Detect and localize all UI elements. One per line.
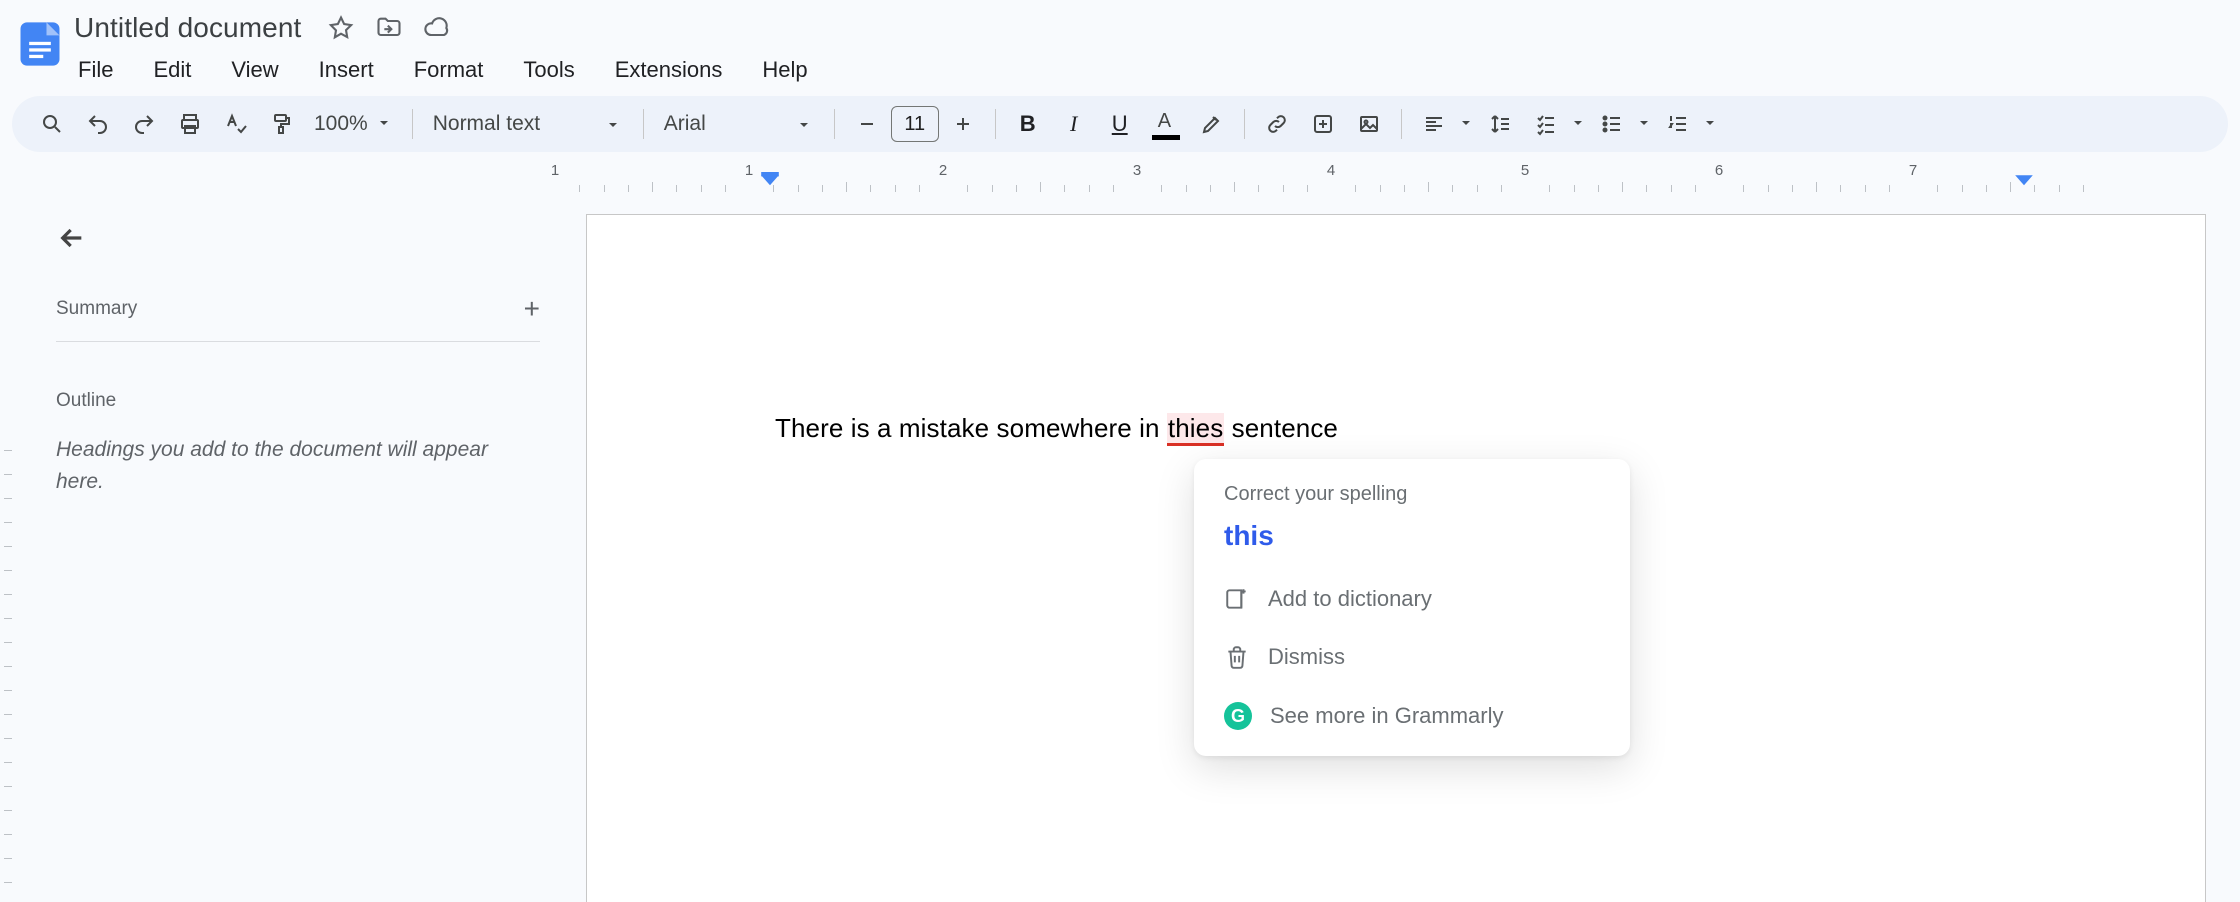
line-spacing-icon[interactable] bbox=[1478, 104, 1522, 144]
font-size-input[interactable]: 11 bbox=[891, 106, 939, 142]
bulleted-list-button[interactable] bbox=[1590, 104, 1654, 144]
chevron-down-icon bbox=[1636, 115, 1654, 133]
menu-extensions[interactable]: Extensions bbox=[609, 53, 729, 87]
chevron-down-icon bbox=[376, 115, 394, 133]
font-value: Arial bbox=[664, 112, 706, 136]
ruler-label: 3 bbox=[1133, 162, 1141, 179]
horizontal-ruler[interactable]: 1 1 2 3 4 5 6 7 bbox=[0, 162, 2240, 192]
document-title[interactable]: Untitled document bbox=[68, 12, 307, 44]
print-icon[interactable] bbox=[168, 104, 212, 144]
popup-dismiss-label: Dismiss bbox=[1268, 644, 1345, 670]
vertical-ruler[interactable] bbox=[0, 450, 20, 902]
redo-icon[interactable] bbox=[122, 104, 166, 144]
highlight-button[interactable] bbox=[1190, 104, 1234, 144]
ruler-label: 5 bbox=[1521, 162, 1529, 179]
outline-heading: Outline bbox=[56, 342, 540, 434]
image-icon[interactable] bbox=[1347, 104, 1391, 144]
chevron-down-icon bbox=[605, 115, 623, 133]
ruler-label: 7 bbox=[1909, 162, 1917, 179]
popup-add-label: Add to dictionary bbox=[1268, 586, 1432, 612]
underline-button[interactable]: U bbox=[1098, 104, 1142, 144]
search-icon[interactable] bbox=[30, 104, 74, 144]
text-before-error: There is a mistake somewhere in bbox=[775, 413, 1167, 443]
ruler-label: 6 bbox=[1715, 162, 1723, 179]
italic-button[interactable]: I bbox=[1052, 104, 1096, 144]
zoom-select[interactable]: 100% bbox=[306, 112, 402, 136]
ruler-label: 1 bbox=[551, 162, 559, 179]
cloud-status-icon[interactable] bbox=[423, 14, 451, 42]
text-after-error: sentence bbox=[1224, 413, 1338, 443]
text-color-button[interactable]: A bbox=[1144, 104, 1188, 144]
menu-bar: File Edit View Insert Format Tools Exten… bbox=[68, 48, 2228, 92]
popup-dismiss[interactable]: Dismiss bbox=[1194, 628, 1630, 686]
popup-suggestion[interactable]: this bbox=[1194, 520, 1630, 570]
undo-icon[interactable] bbox=[76, 104, 120, 144]
outline-sidebar: Summary + Outline Headings you add to th… bbox=[0, 192, 580, 902]
decrease-font-icon[interactable] bbox=[845, 104, 889, 144]
star-icon[interactable] bbox=[327, 14, 355, 42]
align-button[interactable] bbox=[1412, 104, 1476, 144]
zoom-value: 100% bbox=[314, 112, 368, 136]
popup-more-label: See more in Grammarly bbox=[1270, 703, 1504, 729]
spelling-error-word[interactable]: thies bbox=[1167, 413, 1224, 446]
numbered-list-button[interactable] bbox=[1656, 104, 1720, 144]
font-select[interactable]: Arial bbox=[654, 112, 824, 136]
menu-help[interactable]: Help bbox=[756, 53, 813, 87]
menu-tools[interactable]: Tools bbox=[517, 53, 580, 87]
popup-see-more[interactable]: G See more in Grammarly bbox=[1194, 686, 1630, 746]
paragraph-style-value: Normal text bbox=[433, 112, 540, 136]
bold-button[interactable]: B bbox=[1006, 104, 1050, 144]
chevron-down-icon bbox=[796, 115, 814, 133]
spellcheck-icon[interactable] bbox=[214, 104, 258, 144]
outline-empty-hint: Headings you add to the document will ap… bbox=[56, 434, 516, 497]
toolbar: 100% Normal text Arial 11 B I U A bbox=[12, 96, 2228, 152]
paragraph-style-select[interactable]: Normal text bbox=[423, 112, 633, 136]
menu-file[interactable]: File bbox=[72, 53, 119, 87]
add-summary-button[interactable]: + bbox=[524, 295, 540, 323]
spellcheck-popup: Correct your spelling this Add to dictio… bbox=[1194, 459, 1630, 756]
checklist-button[interactable] bbox=[1524, 104, 1588, 144]
increase-font-icon[interactable] bbox=[941, 104, 985, 144]
ruler-label: 2 bbox=[939, 162, 947, 179]
grammarly-icon: G bbox=[1224, 702, 1252, 730]
document-page[interactable]: There is a mistake somewhere in thies se… bbox=[586, 214, 2206, 902]
docs-logo[interactable] bbox=[12, 8, 68, 80]
menu-insert[interactable]: Insert bbox=[313, 53, 380, 87]
link-icon[interactable] bbox=[1255, 104, 1299, 144]
collapse-outline-button[interactable] bbox=[56, 222, 540, 287]
menu-view[interactable]: View bbox=[225, 53, 284, 87]
popup-heading: Correct your spelling bbox=[1194, 483, 1630, 520]
popup-add-to-dictionary[interactable]: Add to dictionary bbox=[1194, 570, 1630, 628]
chevron-down-icon bbox=[1570, 115, 1588, 133]
paint-format-icon[interactable] bbox=[260, 104, 304, 144]
trash-icon bbox=[1224, 644, 1250, 670]
ruler-label: 4 bbox=[1327, 162, 1335, 179]
document-text[interactable]: There is a mistake somewhere in thies se… bbox=[775, 413, 1338, 444]
ruler-label: 1 bbox=[745, 162, 753, 179]
move-icon[interactable] bbox=[375, 14, 403, 42]
menu-edit[interactable]: Edit bbox=[147, 53, 197, 87]
comment-icon[interactable] bbox=[1301, 104, 1345, 144]
dictionary-icon bbox=[1224, 586, 1250, 612]
menu-format[interactable]: Format bbox=[408, 53, 490, 87]
summary-heading: Summary bbox=[56, 298, 137, 320]
chevron-down-icon bbox=[1458, 115, 1476, 133]
chevron-down-icon bbox=[1702, 115, 1720, 133]
